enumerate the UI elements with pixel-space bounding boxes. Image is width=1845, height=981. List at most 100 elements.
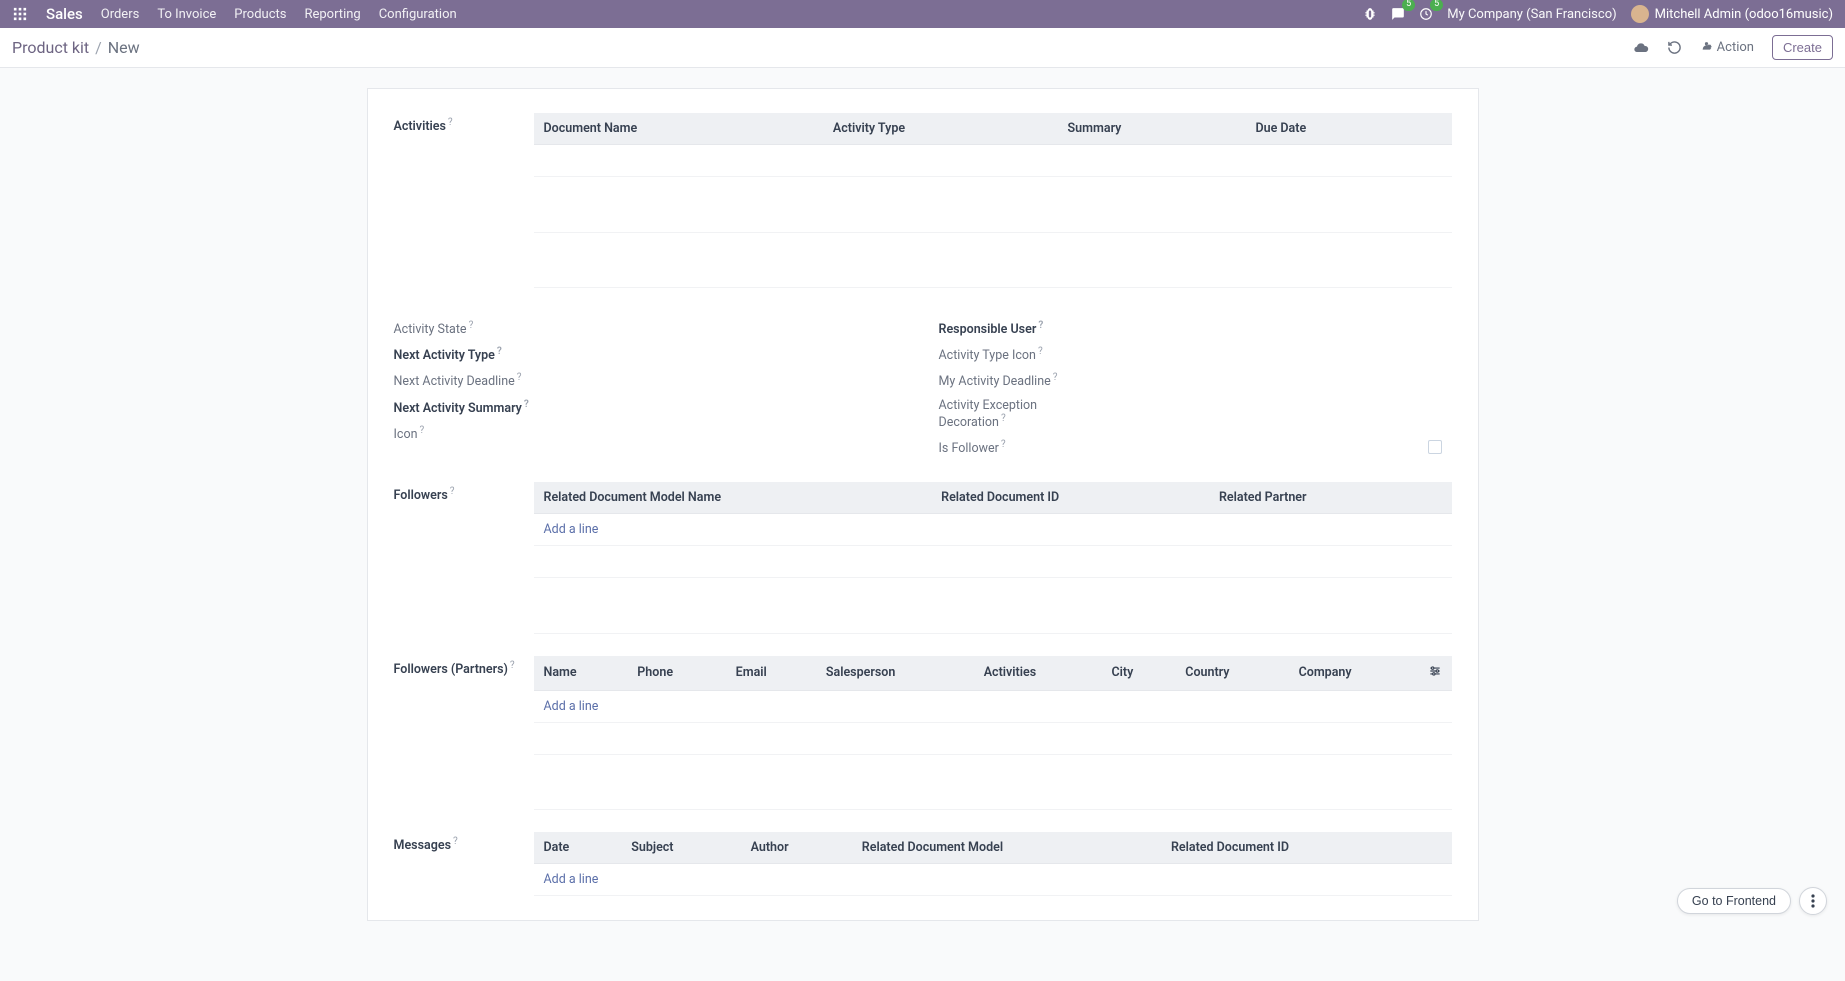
table-row[interactable]: . <box>534 145 1452 177</box>
floating-controls: Go to Frontend <box>1677 887 1827 915</box>
checkbox-is-follower[interactable] <box>1428 440 1442 454</box>
company-switcher[interactable]: My Company (San Francisco) <box>1447 7 1616 22</box>
messages-icon[interactable]: 5 <box>1391 7 1405 21</box>
add-line-followers-partners[interactable]: Add a line <box>544 699 599 714</box>
col-activities[interactable]: Activities <box>974 656 1102 691</box>
section-label-messages: Messages? <box>394 832 534 896</box>
col-summary[interactable]: Summary <box>1058 113 1246 145</box>
col-related-partner[interactable]: Related Partner <box>1209 482 1426 514</box>
help-icon[interactable]: ? <box>450 486 455 497</box>
col-adjust[interactable] <box>1418 656 1452 691</box>
help-icon[interactable]: ? <box>453 836 458 847</box>
nav-right: 5 5 My Company (San Francisco) Mitchell … <box>1363 5 1833 23</box>
label-activity-state: Activity State? <box>394 320 544 337</box>
col-company[interactable]: Company <box>1289 656 1418 691</box>
messages-table: Date Subject Author Related Document Mod… <box>534 832 1452 896</box>
col-city[interactable]: City <box>1101 656 1175 691</box>
help-icon[interactable]: ? <box>1001 413 1006 424</box>
table-row[interactable]: . <box>534 602 1452 634</box>
table-row[interactable]: . <box>534 778 1452 810</box>
field-col-right: Responsible User? Activity Type Icon? My… <box>939 316 1452 460</box>
nav-item-to-invoice[interactable]: To Invoice <box>157 7 216 22</box>
table-row[interactable]: . <box>534 201 1452 233</box>
col-date[interactable]: Date <box>534 832 622 864</box>
label-next-activity-summary: Next Activity Summary? <box>394 398 544 417</box>
col-subject[interactable]: Subject <box>621 832 740 864</box>
bug-icon[interactable] <box>1363 7 1377 21</box>
table-row[interactable]: . <box>534 256 1452 288</box>
col-related-doc-model[interactable]: Related Document Model <box>852 832 1161 864</box>
field-col-left: Activity State? Next Activity Type? Next… <box>394 316 907 460</box>
col-salesperson[interactable]: Salesperson <box>816 656 974 691</box>
go-to-frontend-button[interactable]: Go to Frontend <box>1677 888 1791 914</box>
messages-badge: 5 <box>1402 0 1415 11</box>
nav-item-configuration[interactable]: Configuration <box>379 7 457 22</box>
col-handle <box>1426 482 1452 514</box>
help-icon[interactable]: ? <box>419 425 424 436</box>
col-handle <box>1426 832 1452 864</box>
nav-item-products[interactable]: Products <box>234 7 286 22</box>
add-line-followers[interactable]: Add a line <box>544 522 599 537</box>
table-row[interactable]: . <box>534 722 1452 754</box>
help-icon[interactable]: ? <box>469 320 474 331</box>
table-row[interactable]: Add a line <box>534 864 1452 896</box>
label-activity-exception-decoration: Activity Exception Decoration? <box>939 398 1089 430</box>
section-followers-partners: Followers (Partners)? Name Phone Email S… <box>394 656 1452 811</box>
user-menu[interactable]: Mitchell Admin (odoo16music) <box>1631 5 1833 23</box>
action-bar: Product kit / New Action Create <box>0 28 1845 68</box>
nav-item-reporting[interactable]: Reporting <box>304 7 360 22</box>
table-row[interactable]: Add a line <box>534 690 1452 722</box>
help-icon[interactable]: ? <box>1038 346 1043 357</box>
table-row[interactable]: . <box>534 546 1452 578</box>
apps-icon[interactable] <box>12 6 28 22</box>
action-dropdown[interactable]: Action <box>1700 40 1754 55</box>
help-icon[interactable]: ? <box>1001 439 1006 450</box>
col-email[interactable]: Email <box>726 656 816 691</box>
col-related-doc-id[interactable]: Related Document ID <box>1161 832 1426 864</box>
help-icon[interactable]: ? <box>448 117 453 128</box>
kebab-menu-button[interactable] <box>1799 887 1827 915</box>
help-icon[interactable]: ? <box>1053 372 1058 383</box>
breadcrumb: Product kit / New <box>12 38 140 57</box>
help-icon[interactable]: ? <box>510 660 515 671</box>
col-author[interactable]: Author <box>741 832 852 864</box>
add-line-messages[interactable]: Add a line <box>544 872 599 887</box>
section-activities: Activities? Document Name Activity Type … <box>394 113 1452 288</box>
create-button[interactable]: Create <box>1772 35 1833 60</box>
col-related-doc-model-name[interactable]: Related Document Model Name <box>534 482 932 514</box>
help-icon[interactable]: ? <box>524 399 529 410</box>
col-phone[interactable]: Phone <box>627 656 725 691</box>
discard-icon[interactable] <box>1667 40 1682 55</box>
activities-table: Document Name Activity Type Summary Due … <box>534 113 1452 288</box>
activities-clock-icon[interactable]: 5 <box>1419 7 1433 21</box>
col-name[interactable]: Name <box>534 656 628 691</box>
table-row[interactable]: Add a line <box>534 514 1452 546</box>
help-icon[interactable]: ? <box>1038 320 1043 331</box>
field-grid: Activity State? Next Activity Type? Next… <box>394 316 1452 460</box>
action-buttons: Action Create <box>1633 35 1833 60</box>
help-icon[interactable]: ? <box>497 346 502 357</box>
section-label-followers-partners: Followers (Partners)? <box>394 656 534 811</box>
help-icon[interactable]: ? <box>517 372 522 383</box>
section-followers: Followers? Related Document Model Name R… <box>394 482 1452 634</box>
col-country[interactable]: Country <box>1175 656 1288 691</box>
top-navbar: Sales Orders To Invoice Products Reporti… <box>0 0 1845 28</box>
breadcrumb-separator: / <box>95 38 102 57</box>
col-due-date[interactable]: Due Date <box>1245 113 1425 145</box>
label-my-activity-deadline: My Activity Deadline? <box>939 372 1089 389</box>
label-next-activity-type: Next Activity Type? <box>394 346 544 363</box>
col-related-doc-id[interactable]: Related Document ID <box>931 482 1209 514</box>
avatar-icon <box>1631 5 1649 23</box>
nav-item-orders[interactable]: Orders <box>101 7 140 22</box>
nav-brand[interactable]: Sales <box>46 5 83 23</box>
col-activity-type[interactable]: Activity Type <box>823 113 1058 145</box>
page-body: Activities? Document Name Activity Type … <box>0 68 1845 981</box>
col-document-name[interactable]: Document Name <box>534 113 823 145</box>
label-next-activity-deadline: Next Activity Deadline? <box>394 372 544 389</box>
breadcrumb-parent[interactable]: Product kit <box>12 38 89 57</box>
label-activity-type-icon: Activity Type Icon? <box>939 346 1089 363</box>
label-is-follower: Is Follower? <box>939 439 1089 456</box>
cloud-save-icon[interactable] <box>1633 40 1649 56</box>
section-label-activities: Activities? <box>394 113 534 288</box>
action-label: Action <box>1717 40 1754 55</box>
